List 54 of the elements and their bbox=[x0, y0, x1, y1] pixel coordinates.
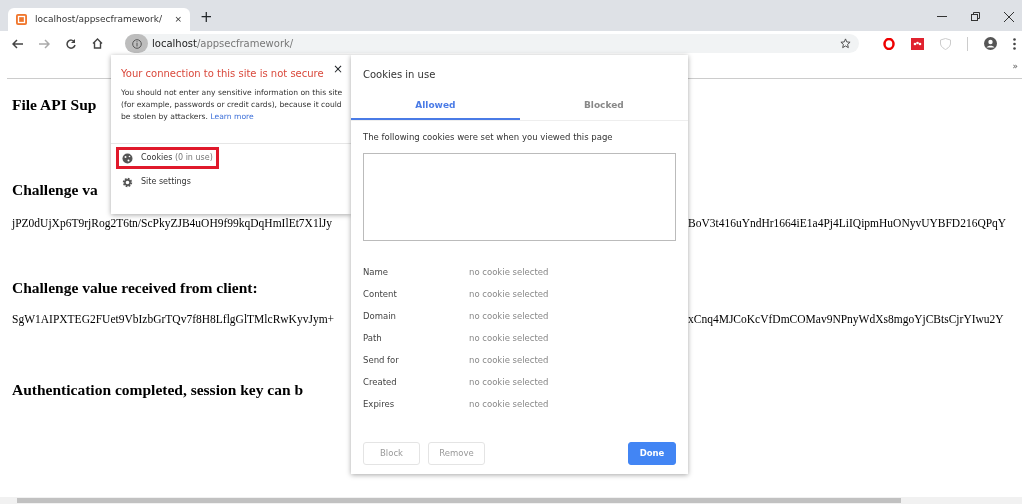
field-label: Expires bbox=[363, 398, 396, 412]
browser-tab[interactable]: localhost/appsecframework/ × bbox=[8, 8, 190, 31]
address-text[interactable]: localhost/appsecframework/ bbox=[152, 36, 294, 51]
page-heading: Challenge value received from client: bbox=[12, 277, 258, 298]
back-icon[interactable] bbox=[12, 38, 23, 49]
popup-item[interactable]: Cookies (0 in use) bbox=[119, 150, 216, 167]
restore-icon[interactable] bbox=[971, 12, 980, 21]
field-label: Name bbox=[363, 266, 390, 280]
field-label: Created bbox=[363, 376, 398, 390]
bookmarks-more-button[interactable]: » bbox=[1012, 60, 1018, 74]
close-button[interactable]: × bbox=[332, 63, 343, 81]
field-value: no cookie selected bbox=[469, 266, 549, 280]
page-heading: Challenge va bbox=[12, 180, 98, 201]
info-icon bbox=[131, 38, 142, 49]
page-heading: Authentication completed, session key can b bbox=[12, 380, 304, 401]
field-value: no cookie selected bbox=[469, 288, 549, 302]
site-info-button[interactable] bbox=[125, 34, 148, 53]
done-button[interactable]: Done bbox=[628, 442, 676, 465]
field-value: no cookie selected bbox=[469, 376, 549, 390]
challenge-text: jPZ0dUjXp6T9rjRog2T6tn/ScPkyZJB4uOH9f99kqDqHmIlEt7X1lJy bbox=[12, 215, 334, 232]
field-value: no cookie selected bbox=[469, 332, 549, 346]
dialog-title: Cookies in use bbox=[363, 68, 437, 82]
popup-item[interactable]: Site settings bbox=[119, 174, 194, 191]
tab-title: localhost/appsecframework/ bbox=[35, 12, 164, 26]
app-icon bbox=[16, 14, 27, 25]
field-value: no cookie selected bbox=[469, 310, 549, 324]
field-value: no cookie selected bbox=[469, 354, 549, 368]
field-label: Send for bbox=[363, 354, 400, 368]
gear-icon bbox=[122, 176, 133, 188]
challenge-text: BoV3t416uYndHr1664iE1a4Pj4LiIQipmHuONyvUYBFD216QPqY bbox=[688, 215, 1007, 232]
cookie-icon bbox=[122, 152, 133, 164]
minimize-icon[interactable] bbox=[937, 15, 947, 18]
page-heading: File API Sup bbox=[12, 95, 97, 115]
scrollbar[interactable] bbox=[0, 497, 1022, 504]
field-label: Path bbox=[363, 332, 383, 346]
close-icon[interactable] bbox=[1004, 11, 1014, 22]
field-label: Content bbox=[363, 288, 398, 302]
challenge-text: xCnq4MJCoKcVfDmCOMav9NPnyWdXs8mgoYjCBtsCjrYIwu2Y bbox=[688, 312, 1004, 328]
star-icon[interactable] bbox=[840, 38, 851, 49]
home-icon[interactable] bbox=[92, 38, 103, 49]
description-text: The following cookies were set when you viewed this page bbox=[363, 130, 614, 144]
dialog-tab[interactable]: Allowed bbox=[351, 94, 520, 120]
new-tab-button[interactable]: + bbox=[200, 5, 213, 28]
reload-icon[interactable] bbox=[66, 38, 76, 49]
popup-title: Your connection to this site is not secure bbox=[121, 67, 324, 81]
close-tab-button[interactable]: × bbox=[174, 12, 182, 27]
account-icon[interactable] bbox=[984, 37, 997, 50]
ring-icon[interactable] bbox=[883, 37, 895, 50]
field-label: Domain bbox=[363, 310, 397, 324]
extension-icon[interactable] bbox=[911, 37, 924, 50]
field-value: no cookie selected bbox=[469, 398, 549, 412]
dialog-tab[interactable]: Blocked bbox=[519, 94, 688, 120]
challenge-text: SgW1AIPXTEG2FUet9VbIzbGrTQv7f8H8LflgGlTMlcRwKyvJym+ bbox=[12, 312, 336, 328]
menu-icon[interactable] bbox=[1013, 37, 1016, 50]
